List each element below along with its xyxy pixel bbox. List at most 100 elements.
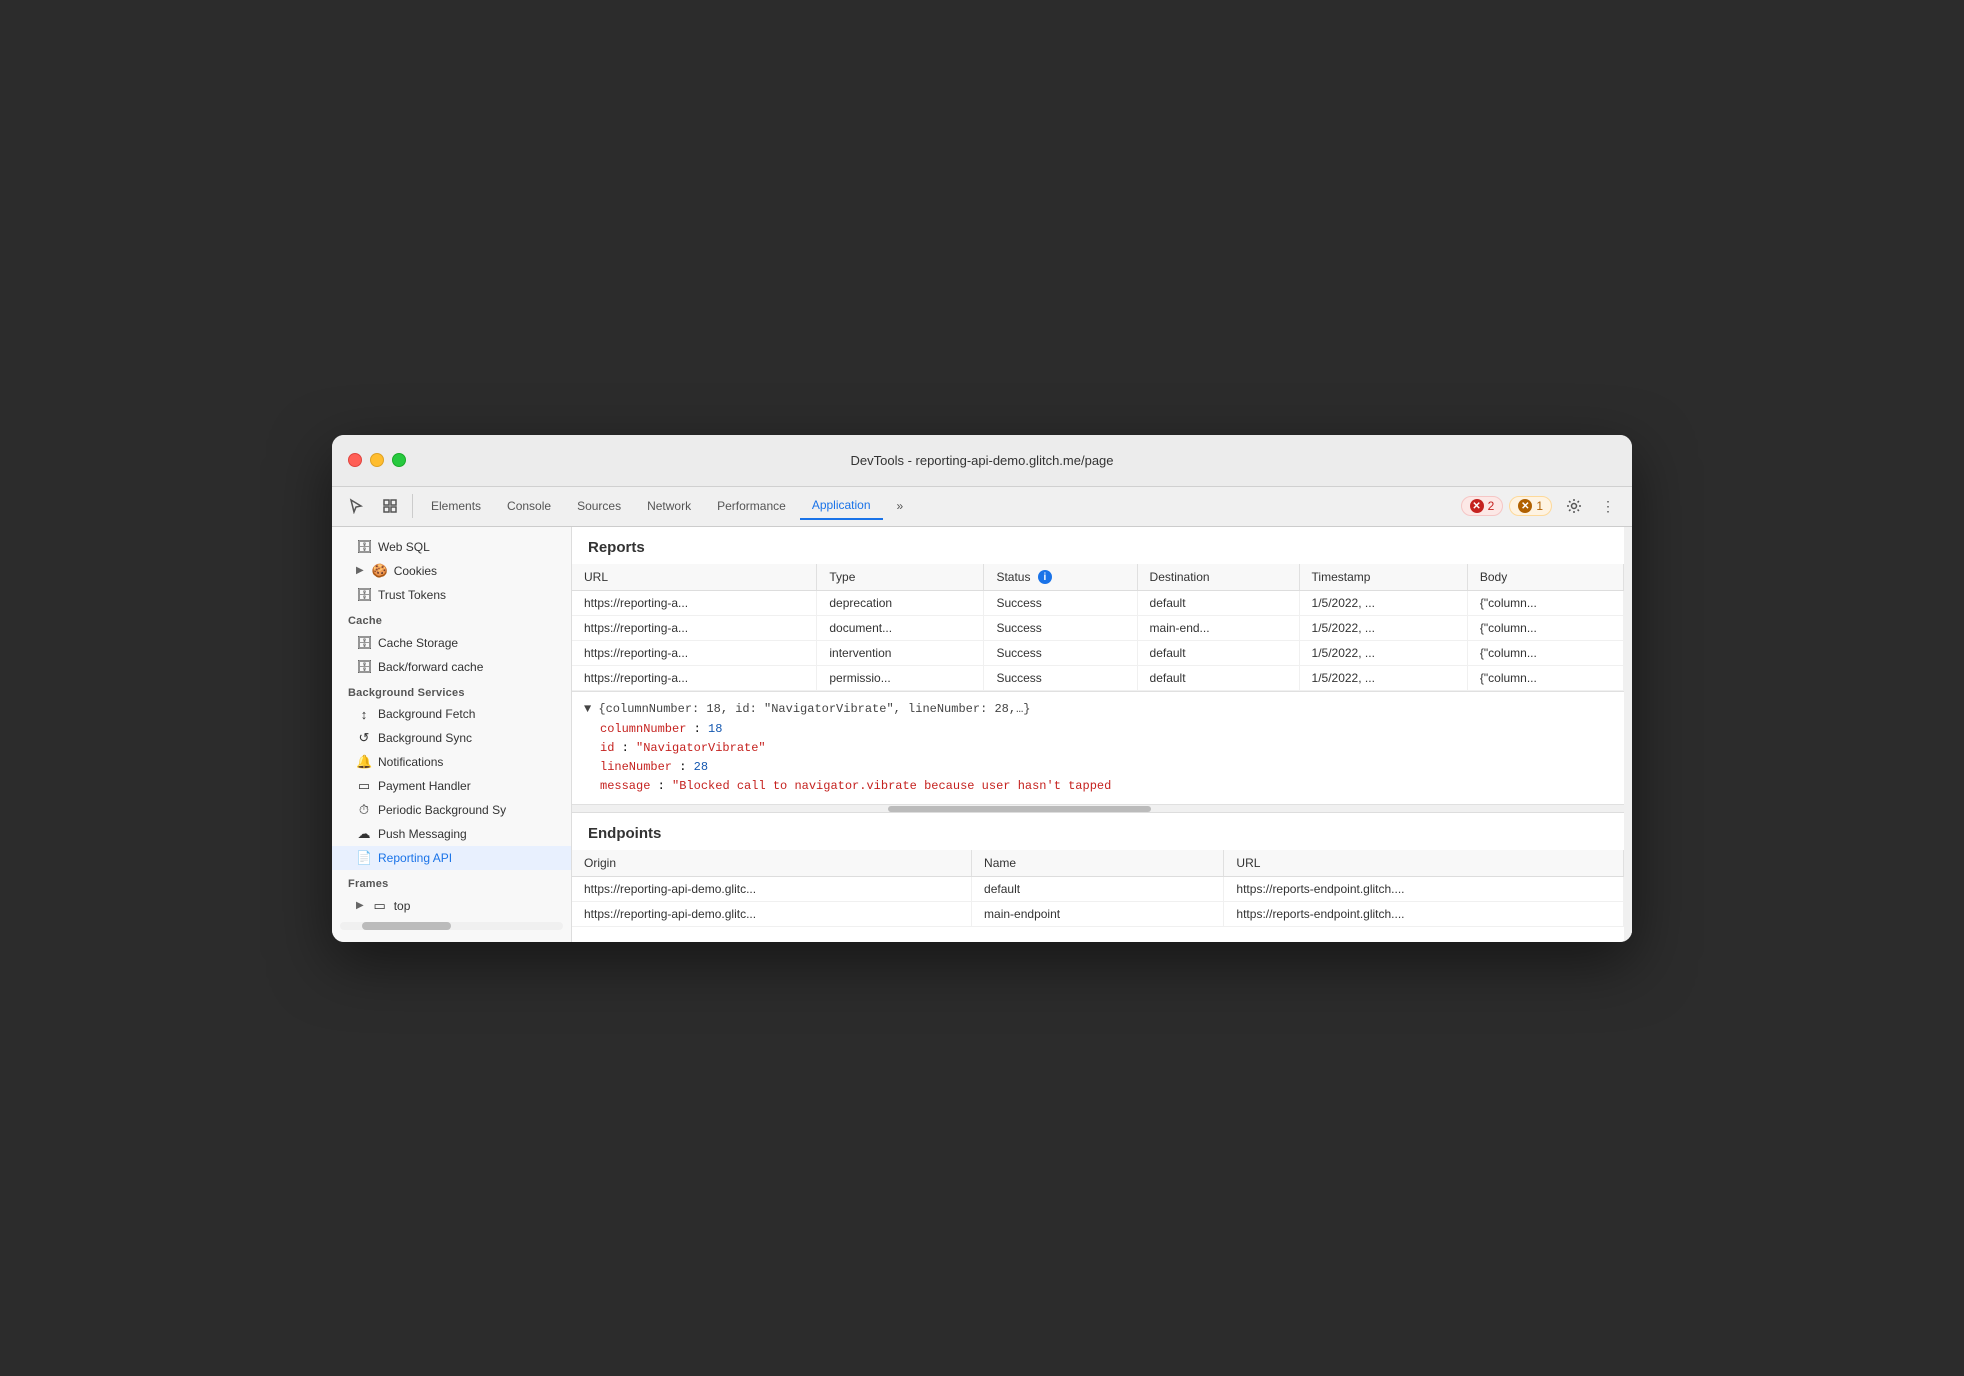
reports-table: URL Type Status i Destination Timestamp … — [572, 564, 1624, 692]
push-messaging-icon: ☁ — [356, 826, 372, 842]
cell-url: https://reporting-a... — [572, 666, 817, 691]
cell-type: document... — [817, 616, 984, 641]
cell-timestamp: 1/5/2022, ... — [1299, 641, 1467, 666]
reports-table-header: URL Type Status i Destination Timestamp … — [572, 564, 1624, 591]
error-count-button[interactable]: ✕ 2 — [1461, 496, 1504, 516]
sidebar-item-reporting-api[interactable]: 📄 Reporting API — [332, 846, 571, 870]
error-count: 2 — [1488, 499, 1495, 513]
cursor-icon — [348, 498, 364, 514]
table-row[interactable]: https://reporting-api-demo.glitc... main… — [572, 902, 1624, 927]
expand-arrow-icon: ▶ — [356, 565, 364, 576]
reports-table-container: URL Type Status i Destination Timestamp … — [572, 564, 1624, 692]
main-content: 🗄 Web SQL ▶ 🍪 Cookies 🗄 Trust Tokens Cac… — [332, 527, 1632, 942]
top-expand-icon: ▶ — [356, 900, 364, 911]
sidebar-item-label: Periodic Background Sy — [378, 803, 506, 817]
cache-section-header: Cache — [332, 607, 571, 631]
tab-sources[interactable]: Sources — [565, 492, 633, 520]
cell-timestamp: 1/5/2022, ... — [1299, 666, 1467, 691]
sidebar-item-background-sync[interactable]: ↺ Background Sync — [332, 726, 571, 750]
more-tabs-button[interactable]: » — [885, 492, 916, 520]
vertical-scrollbar[interactable] — [1624, 527, 1632, 942]
col-url: URL — [1224, 850, 1624, 877]
more-options-button[interactable]: ⋮ — [1592, 492, 1624, 520]
cell-body: {"column... — [1467, 666, 1623, 691]
col-url: URL — [572, 564, 817, 591]
cell-origin: https://reporting-api-demo.glitc... — [572, 902, 972, 927]
col-origin: Origin — [572, 850, 972, 877]
bg-sync-icon: ↺ — [356, 730, 372, 746]
toolbar-divider-1 — [412, 494, 413, 518]
cell-name: main-endpoint — [972, 902, 1224, 927]
sidebar-item-label: Push Messaging — [378, 827, 467, 841]
cell-timestamp: 1/5/2022, ... — [1299, 591, 1467, 616]
code-summary-line: ▼ {columnNumber: 18, id: "NavigatorVibra… — [584, 700, 1612, 719]
sidebar-item-top[interactable]: ▶ ▭ top — [332, 894, 571, 918]
tab-performance[interactable]: Performance — [705, 492, 798, 520]
notification-icon: 🔔 — [356, 754, 372, 770]
table-row[interactable]: https://reporting-api-demo.glitc... defa… — [572, 877, 1624, 902]
sidebar-item-trust-tokens[interactable]: 🗄 Trust Tokens — [332, 583, 571, 607]
sidebar-item-web-sql[interactable]: 🗄 Web SQL — [332, 535, 571, 559]
devtools-toolbar: Elements Console Sources Network Perform… — [332, 487, 1632, 527]
cell-origin: https://reporting-api-demo.glitc... — [572, 877, 972, 902]
sidebar-item-label: Background Sync — [378, 731, 472, 745]
tab-console[interactable]: Console — [495, 492, 563, 520]
cell-status: Success — [984, 641, 1137, 666]
cursor-tool-button[interactable] — [340, 492, 372, 520]
back-forward-icon: 🗄 — [356, 659, 372, 675]
fullscreen-button[interactable] — [392, 453, 406, 467]
sidebar-scrollbar[interactable] — [340, 922, 563, 930]
sidebar-item-label: Background Fetch — [378, 707, 475, 721]
sidebar-item-cache-storage[interactable]: 🗄 Cache Storage — [332, 631, 571, 655]
traffic-lights — [348, 453, 406, 467]
titlebar: DevTools - reporting-api-demo.glitch.me/… — [332, 435, 1632, 487]
frames-section-header: Frames — [332, 870, 571, 894]
table-row[interactable]: https://reporting-a... permissio... Succ… — [572, 666, 1624, 691]
sidebar-item-payment-handler[interactable]: ▭ Payment Handler — [332, 774, 571, 798]
sidebar-item-label: Trust Tokens — [378, 588, 446, 602]
reports-table-body: https://reporting-a... deprecation Succe… — [572, 591, 1624, 691]
sidebar-item-cookies[interactable]: ▶ 🍪 Cookies — [332, 559, 571, 583]
frame-icon: ▭ — [372, 898, 388, 914]
cell-destination: default — [1137, 666, 1299, 691]
periodic-bg-sync-icon: ⏱ — [356, 802, 372, 818]
payment-icon: ▭ — [356, 778, 372, 794]
cell-destination: default — [1137, 641, 1299, 666]
sidebar-item-back-forward-cache[interactable]: 🗄 Back/forward cache — [332, 655, 571, 679]
code-line-2: id : "NavigatorVibrate" — [584, 739, 1612, 758]
tab-elements[interactable]: Elements — [419, 492, 493, 520]
tab-application[interactable]: Application — [800, 492, 883, 520]
error-icon: ✕ — [1470, 499, 1484, 513]
table-row[interactable]: https://reporting-a... document... Succe… — [572, 616, 1624, 641]
sidebar-item-notifications[interactable]: 🔔 Notifications — [332, 750, 571, 774]
background-services-section-header: Background Services — [332, 679, 571, 703]
tab-network[interactable]: Network — [635, 492, 703, 520]
status-info-icon[interactable]: i — [1038, 570, 1052, 584]
minimize-button[interactable] — [370, 453, 384, 467]
warning-count: 1 — [1536, 499, 1543, 513]
horizontal-scroll-bar[interactable] — [572, 805, 1624, 813]
cell-body: {"column... — [1467, 616, 1623, 641]
table-row[interactable]: https://reporting-a... deprecation Succe… — [572, 591, 1624, 616]
sidebar-item-background-fetch[interactable]: ↕ Background Fetch — [332, 703, 571, 726]
code-block: ▼ {columnNumber: 18, id: "NavigatorVibra… — [572, 691, 1624, 805]
settings-button[interactable] — [1558, 492, 1590, 520]
panel-scroll-content[interactable]: Reports URL Type Status i — [572, 527, 1624, 942]
sidebar-item-push-messaging[interactable]: ☁ Push Messaging — [332, 822, 571, 846]
inspect-button[interactable] — [374, 492, 406, 520]
col-name: Name — [972, 850, 1224, 877]
endpoints-title: Endpoints — [572, 813, 1624, 850]
endpoints-table-header: Origin Name URL — [572, 850, 1624, 877]
close-button[interactable] — [348, 453, 362, 467]
warning-icon: ✕ — [1518, 499, 1532, 513]
cell-timestamp: 1/5/2022, ... — [1299, 616, 1467, 641]
cache-storage-icon: 🗄 — [356, 635, 372, 651]
gear-icon — [1566, 498, 1582, 514]
sidebar-item-periodic-background-sync[interactable]: ⏱ Periodic Background Sy — [332, 798, 571, 822]
sidebar-scrollbar-thumb — [362, 922, 451, 930]
table-row[interactable]: https://reporting-a... intervention Succ… — [572, 641, 1624, 666]
col-status: Status i — [984, 564, 1137, 591]
cell-type: intervention — [817, 641, 984, 666]
code-line-3: lineNumber : 28 — [584, 758, 1612, 777]
warning-count-button[interactable]: ✕ 1 — [1509, 496, 1552, 516]
